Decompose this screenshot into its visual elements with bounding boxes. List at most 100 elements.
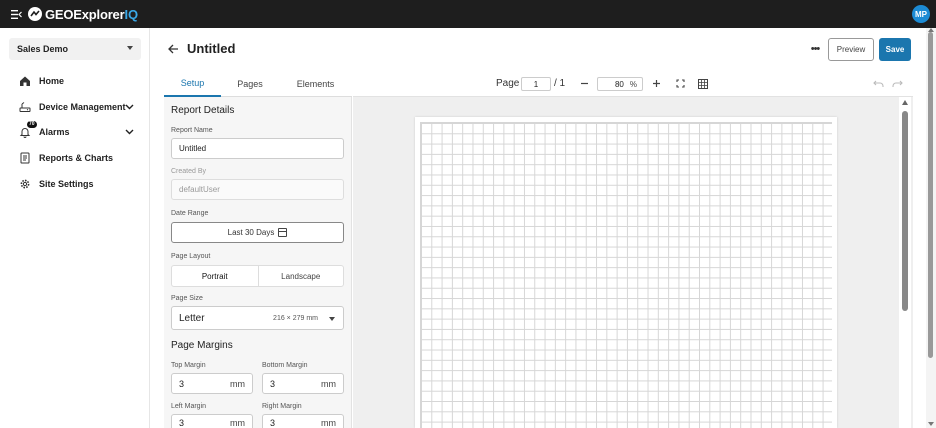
layout-landscape-option[interactable]: Landscape [257, 266, 344, 286]
app-root: GEOExplorer IQ MP Sales Demo Home Device … [0, 0, 936, 428]
report-canvas-area: Page 1 / 1 80 % [353, 70, 913, 428]
sidebar-item-alarms[interactable]: 70 Alarms [18, 121, 138, 141]
page-size-select[interactable]: Letter 216 × 279 mm [171, 306, 344, 330]
unit-label: mm [230, 418, 245, 428]
bottom-margin-value: 3 [270, 378, 276, 389]
caret-down-icon [127, 46, 133, 50]
page-size-value: Letter [179, 312, 205, 324]
fullscreen-icon [675, 79, 685, 88]
logo-suffix: IQ [124, 6, 139, 22]
right-margin-input[interactable]: 3 mm [262, 414, 344, 428]
tab-elements[interactable]: Elements [279, 70, 352, 97]
panel-tabs: Setup Pages Elements [164, 70, 352, 97]
report-icon [18, 151, 32, 165]
redo-icon [891, 80, 903, 87]
layout-grid [420, 122, 832, 428]
chevron-down-icon [125, 102, 134, 112]
fit-to-screen-button[interactable] [673, 76, 687, 91]
created-by-input: defaultUser [171, 179, 344, 200]
page-size-dimensions: 216 × 279 mm [273, 314, 318, 322]
more-dots-icon: ••• [810, 43, 821, 55]
undo-icon [872, 80, 884, 87]
caret-down-icon [329, 317, 335, 321]
menu-toggle-button[interactable] [6, 0, 26, 28]
sidebar: Sales Demo Home Device Management 70 Ala… [0, 28, 150, 428]
report-page[interactable] [415, 117, 837, 428]
unit-label: mm [230, 378, 245, 389]
chevron-down-icon [125, 127, 134, 137]
home-icon [18, 74, 32, 88]
sidebar-item-label: Reports & Charts [39, 153, 114, 163]
bottom-margin-label: Bottom Margin [262, 362, 308, 369]
sidebar-item-home[interactable]: Home [18, 72, 138, 90]
top-margin-label: Top Margin [171, 362, 206, 369]
sidebar-item-site-settings[interactable]: Site Settings [18, 175, 138, 193]
page-total: / 1 [554, 78, 566, 89]
bell-icon: 70 [18, 121, 37, 139]
bottom-margin-input[interactable]: 3 mm [262, 373, 344, 394]
top-bar: GEOExplorer IQ MP [0, 0, 936, 28]
alarm-count-badge: 70 [27, 121, 37, 128]
zoom-in-button[interactable] [649, 76, 663, 91]
redo-button[interactable] [890, 76, 904, 91]
scroll-down-arrow-icon[interactable] [928, 422, 934, 426]
layout-portrait-option[interactable]: Portrait [172, 266, 258, 286]
unit-label: mm [321, 418, 336, 428]
more-options-button[interactable]: ••• [808, 40, 822, 58]
report-name-input[interactable]: Untitled [171, 138, 344, 159]
page-margins-heading: Page Margins [171, 340, 233, 351]
calendar-icon [278, 228, 288, 237]
report-name-label: Report Name [171, 127, 213, 134]
page-layout-toggle: Portrait Landscape [171, 265, 344, 287]
sidebar-item-label: Device Management [39, 102, 126, 112]
left-margin-input[interactable]: 3 mm [171, 414, 253, 428]
unit-label: mm [321, 378, 336, 389]
canvas-scrollbar[interactable] [899, 97, 911, 428]
date-range-value: Last 30 Days [227, 228, 275, 237]
back-button[interactable] [166, 40, 180, 58]
top-margin-value: 3 [179, 378, 185, 389]
tab-pages[interactable]: Pages [221, 70, 279, 97]
canvas-toolbar: Page 1 / 1 80 % [353, 70, 913, 97]
sidebar-item-device-management[interactable]: Device Management [18, 98, 138, 116]
router-icon [18, 100, 32, 114]
save-button[interactable]: Save [879, 38, 911, 61]
grid-icon [698, 78, 708, 89]
sidebar-item-label: Alarms [39, 127, 70, 137]
app-logo[interactable]: GEOExplorer IQ [28, 7, 138, 22]
scrollbar-thumb[interactable] [902, 111, 908, 311]
zoom-out-button[interactable] [577, 76, 591, 91]
preview-button[interactable]: Preview [828, 38, 874, 61]
left-margin-value: 3 [179, 418, 185, 428]
top-margin-input[interactable]: 3 mm [171, 373, 253, 394]
report-details-heading: Report Details [171, 105, 235, 116]
logo-mark-icon [28, 7, 42, 21]
tab-setup[interactable]: Setup [164, 70, 221, 97]
arrow-left-icon [167, 44, 178, 54]
site-selector[interactable]: Sales Demo [9, 38, 141, 60]
sidebar-item-reports-charts[interactable]: Reports & Charts [18, 149, 138, 167]
zoom-level-input[interactable]: 80 % [597, 77, 643, 91]
date-range-label: Date Range [171, 210, 209, 217]
page-label: Page [496, 78, 520, 89]
right-margin-label: Right Margin [262, 403, 302, 410]
page-scrollbar[interactable] [926, 28, 936, 428]
page-layout-label: Page Layout [171, 253, 211, 260]
scrollbar-thumb[interactable] [928, 32, 933, 358]
zoom-value: 80 [614, 79, 624, 89]
setup-panel: Setup Pages Elements Report Details Repo… [164, 70, 352, 428]
page-number-input[interactable]: 1 [521, 77, 551, 91]
toggle-grid-button[interactable] [696, 76, 710, 91]
sidebar-item-label: Site Settings [39, 179, 94, 189]
scroll-up-arrow-icon[interactable] [902, 100, 908, 105]
site-selector-label: Sales Demo [17, 44, 69, 54]
sidebar-item-label: Home [39, 76, 65, 86]
plus-icon [652, 80, 660, 87]
date-range-button[interactable]: Last 30 Days [171, 222, 344, 243]
page-size-label: Page Size [171, 295, 203, 302]
user-avatar[interactable]: MP [912, 5, 930, 23]
hamburger-icon [10, 9, 22, 19]
undo-button[interactable] [871, 76, 885, 91]
logo-text: GEOExplorer [45, 6, 125, 22]
right-margin-value: 3 [270, 418, 276, 428]
